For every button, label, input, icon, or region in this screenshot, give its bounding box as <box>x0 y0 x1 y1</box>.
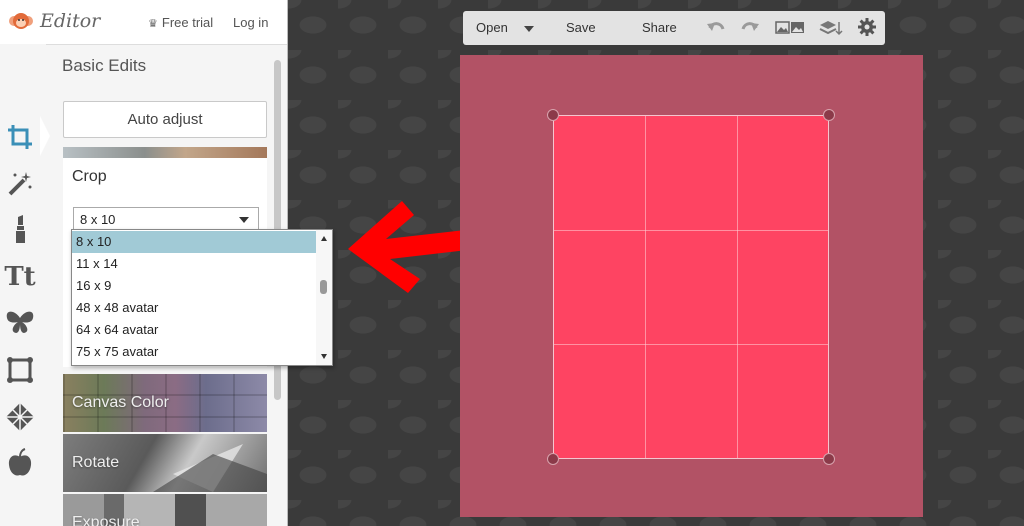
frames-icon <box>7 357 33 383</box>
exposure-card[interactable]: Exposure <box>63 494 267 526</box>
dropdown-scrollbar[interactable] <box>316 230 332 365</box>
crop-grid-line <box>554 230 828 231</box>
exposure-label: Exposure <box>72 514 140 526</box>
dropdown-scroll-thumb[interactable] <box>320 280 327 294</box>
touch-up-lipstick-icon <box>16 215 25 243</box>
crown-icon: ♛ <box>148 18 158 30</box>
save-button[interactable]: Save <box>566 20 596 35</box>
crop-title: Crop <box>72 168 107 185</box>
overlays-butterfly-icon <box>6 311 34 333</box>
textures-icon <box>6 403 34 431</box>
touch-up-tool-button[interactable] <box>0 210 40 248</box>
overlays-tool-button[interactable] <box>0 304 40 342</box>
crop-handle-bottom-right[interactable] <box>823 453 835 465</box>
top-bar: Editor ♛ Free trial Log in <box>0 0 287 45</box>
rotate-card[interactable]: Rotate <box>63 434 267 492</box>
dropdown-option[interactable]: 11 x 14 <box>72 253 316 275</box>
undo-icon[interactable] <box>706 19 726 37</box>
effects-wand-icon <box>8 172 32 196</box>
dropdown-option[interactable]: 8 x 10 <box>72 231 316 253</box>
login-link[interactable]: Log in <box>233 15 268 30</box>
crop-size-dropdown-list[interactable]: 8 x 10 11 x 14 16 x 9 48 x 48 avatar 64 … <box>71 229 333 366</box>
crop-handle-top-right[interactable] <box>823 109 835 121</box>
canvas-color-card[interactable]: Canvas Color <box>63 374 267 432</box>
chevron-down-icon <box>239 217 249 223</box>
seasonal-tool-button[interactable] <box>0 444 40 482</box>
crop-size-select[interactable]: 8 x 10 <box>73 207 259 231</box>
dropdown-option[interactable]: 75 x 75 avatar <box>72 341 316 363</box>
crop-icon <box>8 125 32 149</box>
free-trial-label: Free trial <box>161 15 214 30</box>
logo: Editor <box>8 10 100 32</box>
canvas-color-label: Canvas Color <box>72 394 169 411</box>
effects-tool-button[interactable] <box>0 165 40 203</box>
red-arrow-annotation <box>348 201 476 293</box>
text-icon: Tt <box>4 262 36 292</box>
free-trial-link[interactable]: ♛ Free trial <box>148 15 213 30</box>
section-title: Basic Edits <box>62 56 147 75</box>
crop-handle-top-left[interactable] <box>547 109 559 121</box>
textures-tool-button[interactable] <box>0 398 40 436</box>
monkey-logo-icon <box>9 13 33 29</box>
dropdown-option[interactable]: 64 x 64 avatar <box>72 319 316 341</box>
open-button[interactable]: Open <box>476 20 508 35</box>
dropdown-option[interactable]: 16 x 9 <box>72 275 316 297</box>
crop-size-value: 8 x 10 <box>80 212 116 227</box>
settings-icon[interactable] <box>858 18 876 36</box>
text-tool-button[interactable]: Tt <box>0 258 40 296</box>
crop-tool-button[interactable] <box>0 118 40 156</box>
crop-grid-line <box>554 344 828 345</box>
scroll-up-icon[interactable] <box>321 236 327 241</box>
frames-tool-button[interactable] <box>0 351 40 389</box>
rotate-label: Rotate <box>72 454 120 471</box>
dropdown-option[interactable]: 48 x 48 avatar <box>72 297 316 319</box>
crop-selection[interactable] <box>553 115 829 459</box>
open-dropdown-caret-icon[interactable] <box>524 26 534 32</box>
crop-handle-bottom-left[interactable] <box>547 453 559 465</box>
crop-grid-line <box>737 116 738 458</box>
auto-adjust-button[interactable]: Auto adjust <box>63 101 267 138</box>
crop-card-thumbnail <box>63 147 267 158</box>
seasonal-apple-icon <box>8 448 32 476</box>
redo-icon[interactable] <box>740 19 760 37</box>
active-tool-indicator <box>40 116 50 156</box>
image-icon[interactable] <box>775 20 805 36</box>
share-button[interactable]: Share <box>642 20 677 35</box>
layers-icon[interactable] <box>819 20 843 36</box>
app-title: Editor <box>40 10 101 32</box>
crop-grid-line <box>645 116 646 458</box>
editor-toolbar: Open Save Share <box>463 11 885 45</box>
scroll-down-icon[interactable] <box>321 354 327 359</box>
